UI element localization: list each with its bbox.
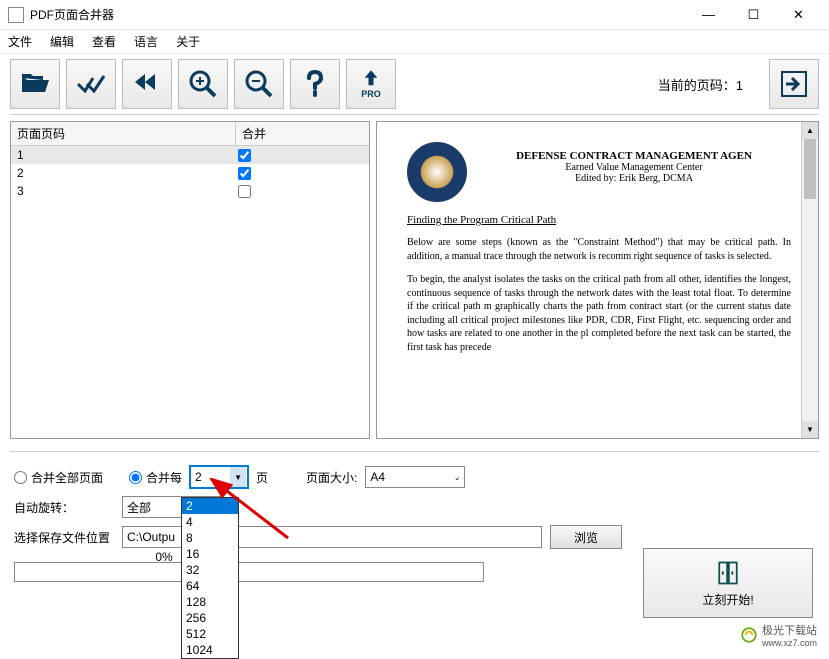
help-icon [299,68,331,100]
watermark-icon [740,626,758,644]
merge-every-label: 合并每 [146,469,182,486]
menu-language[interactable]: 语言 [134,33,158,50]
pages-suffix: 页 [256,469,268,486]
dropdown-item[interactable]: 1024 [182,642,238,658]
merge-count-value: 2 [195,470,202,484]
header-page[interactable]: 页面页码 [11,122,236,145]
preview-panel: DEFENSE CONTRACT MANAGEMENT AGEN Earned … [376,121,819,439]
main-area: 页面页码 合并 1 2 3 DEFENSE CONTRACT MANAGEMEN [0,115,829,445]
watermark-text: 极光下载站 [762,622,817,638]
scroll-track[interactable] [802,139,818,421]
undo-icon [131,68,163,100]
cell-page: 1 [11,148,236,162]
pagesize-value: A4 [370,470,385,484]
menu-about[interactable]: 关于 [176,33,200,50]
rotate-label: 自动旋转： [14,499,114,516]
output-label: 选择保存文件位置 [14,529,114,546]
rotate-value: 全部 [127,499,151,516]
chevron-down-icon: ⌄ [454,473,461,482]
page-list-panel: 页面页码 合并 1 2 3 [10,121,370,439]
browse-button[interactable]: 浏览 [550,525,622,549]
progress-bar [14,562,484,582]
close-button[interactable]: ✕ [776,0,821,30]
preview-para1: Below are some steps (known as the "Cons… [407,236,791,263]
exit-icon [778,68,810,100]
table-body: 1 2 3 [11,146,369,200]
maximize-button[interactable]: ☐ [731,0,776,30]
dropdown-item[interactable]: 8 [182,530,238,546]
dropdown-item[interactable]: 16 [182,546,238,562]
pagesize-label: 页面大小: [306,469,357,486]
dropdown-item[interactable]: 64 [182,578,238,594]
merge-all-radio-wrap[interactable]: 合并全部页面 [14,469,103,486]
preview-sub1: Earned Value Management Center [477,162,791,173]
titlebar: PDF页面合并器 — ☐ ✕ [0,0,829,30]
zoom-in-icon [187,68,219,100]
toolbar: PRO 当前的页码：1 [0,54,829,114]
preview-sub2: Edited by: Erik Berg, DCMA [477,173,791,184]
merge-every-radio-wrap[interactable]: 合并每 [129,469,182,486]
merge-checkbox[interactable] [238,185,251,198]
undo-button[interactable] [122,59,172,109]
scroll-thumb[interactable] [804,139,816,199]
dropdown-item[interactable]: 256 [182,610,238,626]
preview-scrollbar[interactable]: ▲ ▼ [801,122,818,438]
table-row[interactable]: 1 [11,146,369,164]
pdf-preview: DEFENSE CONTRACT MANAGEMENT AGEN Earned … [377,122,801,438]
watermark-url: www.xz7.com [762,638,817,648]
menu-file[interactable]: 文件 [8,33,32,50]
app-icon [8,7,24,23]
header-merge[interactable]: 合并 [236,122,369,145]
seal-icon [407,142,467,202]
folder-open-icon [19,68,51,100]
table-row[interactable]: 2 [11,164,369,182]
window-title: PDF页面合并器 [30,6,686,23]
merge-checkbox[interactable] [238,149,251,162]
start-button[interactable]: 立刻开始! [643,548,813,618]
help-button[interactable] [290,59,340,109]
document-merge-icon [714,559,742,587]
cell-page: 3 [11,184,236,198]
merge-every-radio[interactable] [129,471,142,484]
chevron-down-icon: ▼ [230,467,246,487]
dropdown-item[interactable]: 512 [182,626,238,642]
menubar: 文件 编辑 查看 语言 关于 [0,30,829,54]
dropdown-item[interactable]: 4 [182,514,238,530]
dropdown-item[interactable]: 128 [182,594,238,610]
merge-checkbox[interactable] [238,167,251,180]
exit-button[interactable] [769,59,819,109]
dropdown-item[interactable]: 2 [182,498,238,514]
merge-count-dropdown[interactable]: 2 4 8 16 32 64 128 256 512 1024 [181,497,239,659]
merge-all-radio[interactable] [14,471,27,484]
table-row[interactable]: 3 [11,182,369,200]
open-button[interactable] [10,59,60,109]
merge-all-label: 合并全部页面 [31,469,103,486]
arrow-up-icon [361,69,381,89]
confirm-button[interactable] [66,59,116,109]
scroll-up-icon[interactable]: ▲ [802,122,818,139]
watermark: 极光下载站 www.xz7.com [740,622,817,648]
zoom-in-button[interactable] [178,59,228,109]
minimize-button[interactable]: — [686,0,731,30]
zoom-out-icon [243,68,275,100]
start-label: 立刻开始! [702,591,753,608]
scroll-down-icon[interactable]: ▼ [802,421,818,438]
pro-label: PRO [361,89,381,99]
dropdown-item[interactable]: 32 [182,562,238,578]
menu-edit[interactable]: 编辑 [50,33,74,50]
merge-count-combo[interactable]: 2 ▼ [190,466,248,488]
page-status: 当前的页码：1 [658,75,743,94]
pagesize-combo[interactable]: A4 ⌄ [365,466,465,488]
cell-page: 2 [11,166,236,180]
preview-para2: To begin, the analyst isolates the tasks… [407,273,791,354]
preview-title: DEFENSE CONTRACT MANAGEMENT AGEN [477,150,791,162]
table-header: 页面页码 合并 [11,122,369,146]
preview-heading: Finding the Program Critical Path [407,214,791,226]
menu-view[interactable]: 查看 [92,33,116,50]
pro-button[interactable]: PRO [346,59,396,109]
double-check-icon [75,68,107,100]
zoom-out-button[interactable] [234,59,284,109]
